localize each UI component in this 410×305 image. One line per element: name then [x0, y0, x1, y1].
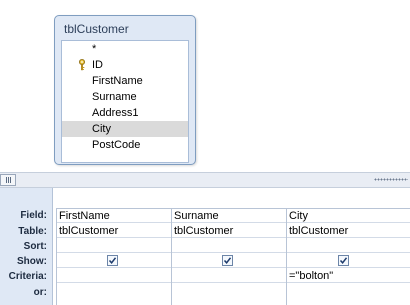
- show-cell: [172, 254, 286, 268]
- checkmark-icon: [339, 257, 348, 264]
- sort-cell[interactable]: [287, 239, 410, 253]
- query-design-grid: Field: Table: Sort: Show: Criteria: or: …: [0, 188, 410, 305]
- pane-splitter[interactable]: [0, 172, 410, 188]
- resize-grip-icon[interactable]: [374, 178, 408, 181]
- field-label: ID: [92, 59, 103, 71]
- table-cell[interactable]: tblCustomer: [172, 224, 286, 238]
- show-checkbox[interactable]: [107, 255, 118, 266]
- table-field-list-window[interactable]: tblCustomer * ID FirstName Surname Addre…: [54, 15, 196, 165]
- row-label-criteria: Criteria:: [8, 271, 47, 282]
- field-label: Surname: [92, 91, 137, 103]
- scroll-grip-icon[interactable]: [0, 174, 16, 186]
- field-item-id[interactable]: ID: [62, 57, 188, 73]
- field-item-address1[interactable]: Address1: [62, 105, 188, 121]
- field-item-surname[interactable]: Surname: [62, 89, 188, 105]
- sort-cell[interactable]: [57, 239, 171, 253]
- field-label: City: [92, 123, 111, 135]
- table-cell[interactable]: tblCustomer: [287, 224, 410, 238]
- checkmark-icon: [223, 257, 232, 264]
- row-label-table: Table:: [18, 226, 47, 237]
- sort-cell[interactable]: [172, 239, 286, 253]
- field-cell[interactable]: City: [287, 209, 410, 223]
- criteria-cell[interactable]: [172, 269, 286, 283]
- field-item-all[interactable]: *: [62, 41, 188, 57]
- field-item-postcode[interactable]: PostCode: [62, 137, 188, 153]
- checkmark-icon: [108, 257, 117, 264]
- field-item-city[interactable]: City: [62, 121, 188, 137]
- show-checkbox[interactable]: [338, 255, 349, 266]
- table-cell[interactable]: tblCustomer: [57, 224, 171, 238]
- or-cell[interactable]: [172, 284, 286, 298]
- field-label: *: [92, 43, 97, 55]
- field-cell[interactable]: Surname: [172, 209, 286, 223]
- grid-columns: FirstName tblCustomer Surname tblCustome…: [56, 209, 410, 305]
- criteria-cell[interactable]: [57, 269, 171, 283]
- table-title: tblCustomer: [64, 22, 129, 36]
- show-cell: [57, 254, 171, 268]
- field-list[interactable]: * ID FirstName Surname Address1 City Pos…: [61, 40, 189, 163]
- criteria-cell[interactable]: ="bolton": [287, 269, 410, 283]
- row-labels: Field: Table: Sort: Show: Criteria: or:: [0, 188, 53, 305]
- row-label-show: Show:: [17, 256, 47, 267]
- table-design-area: tblCustomer * ID FirstName Surname Addre…: [0, 0, 410, 172]
- grid-column-surname: Surname tblCustomer: [171, 209, 286, 305]
- grid-column-firstname: FirstName tblCustomer: [56, 209, 171, 305]
- field-label: FirstName: [92, 75, 143, 87]
- field-item-firstname[interactable]: FirstName: [62, 73, 188, 89]
- show-checkbox[interactable]: [222, 255, 233, 266]
- row-label-field: Field:: [20, 210, 47, 221]
- or-cell[interactable]: [287, 284, 410, 298]
- or-cell[interactable]: [57, 284, 171, 298]
- field-label: PostCode: [92, 139, 141, 151]
- primary-key-icon: [78, 59, 86, 71]
- show-cell: [287, 254, 410, 268]
- field-cell[interactable]: FirstName: [57, 209, 171, 223]
- row-label-or: or:: [33, 287, 47, 298]
- row-label-sort: Sort:: [23, 241, 47, 252]
- grid-column-city: City tblCustomer ="bolton": [286, 209, 410, 305]
- field-label: Address1: [92, 107, 139, 119]
